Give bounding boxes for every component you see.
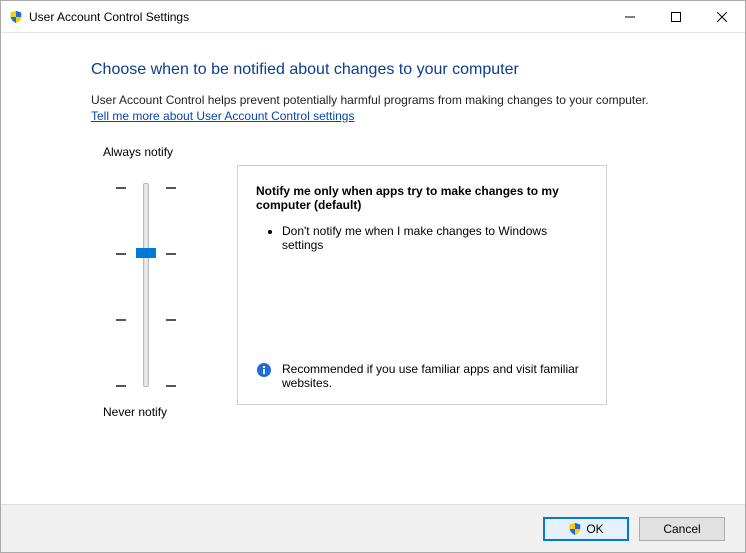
panel-footer: Recommended if you use familiar apps and… [256,354,588,390]
slider-column: Always notify Never notify [91,145,201,419]
page-description: User Account Control helps prevent poten… [91,93,691,107]
notification-slider[interactable] [116,175,176,395]
close-button[interactable] [699,1,745,33]
shield-icon [568,522,582,536]
help-link[interactable]: Tell me more about User Account Control … [91,109,354,123]
slider-groove [143,183,149,387]
shield-icon [9,10,23,24]
slider-tick [116,385,176,387]
page-heading: Choose when to be notified about changes… [91,61,691,79]
slider-thumb[interactable] [136,248,156,258]
description-panel: Notify me only when apps try to make cha… [237,165,607,405]
panel-footer-text: Recommended if you use familiar apps and… [282,362,588,390]
slider-top-label: Always notify [91,145,173,159]
cancel-button[interactable]: Cancel [639,517,725,541]
maximize-button[interactable] [653,1,699,33]
slider-tick [116,187,176,189]
window-title: User Account Control Settings [29,10,189,24]
ok-button-label: OK [586,522,603,536]
cancel-button-label: Cancel [663,522,700,536]
info-icon [256,362,272,378]
content-area: Choose when to be notified about changes… [1,33,745,504]
ok-button[interactable]: OK [543,517,629,541]
panel-bullet: Don't notify me when I make changes to W… [282,224,588,252]
panel-title: Notify me only when apps try to make cha… [256,184,588,212]
slider-bottom-label: Never notify [91,405,167,419]
minimize-button[interactable] [607,1,653,33]
title-bar: User Account Control Settings [1,1,745,33]
button-bar: OK Cancel [1,504,745,552]
slider-tick [116,319,176,321]
